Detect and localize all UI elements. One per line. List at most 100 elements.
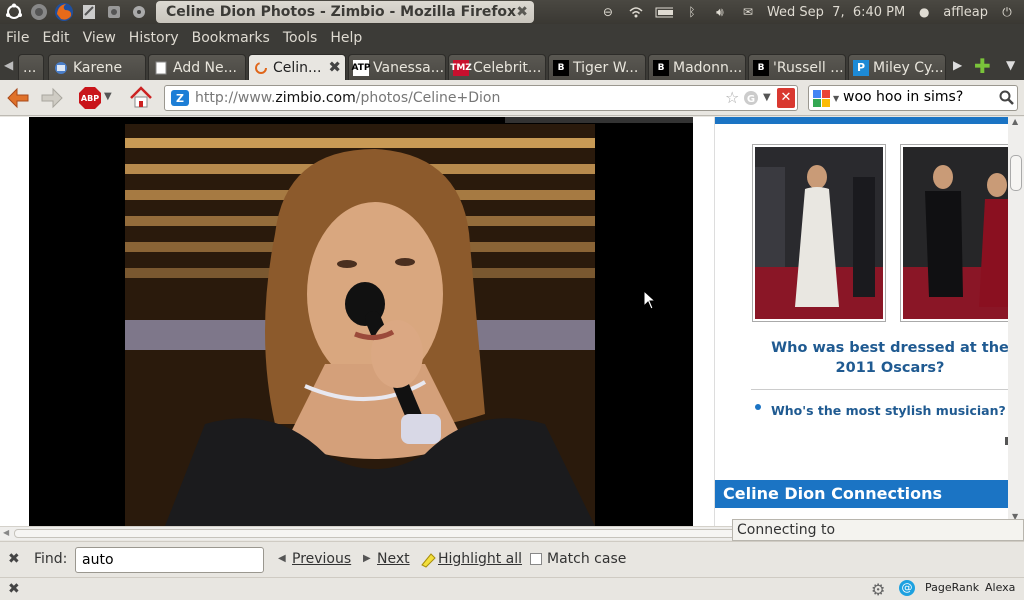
back-icon[interactable] (6, 86, 30, 114)
vertical-scrollbar[interactable]: ▲ ▼ (1008, 117, 1024, 526)
loading-icon (253, 60, 269, 76)
tab-tiger[interactable]: B Tiger W... (548, 54, 646, 80)
forward-icon[interactable] (40, 86, 64, 114)
system-panel: Celine Dion Photos - Zimbio - Mozilla Fi… (0, 0, 1024, 24)
match-case-checkbox[interactable] (530, 553, 542, 565)
oscars-thumbnail-1[interactable] (752, 144, 886, 322)
wifi-icon[interactable] (627, 5, 645, 19)
tab-vanessa[interactable]: ATP Vanessa... (348, 54, 446, 80)
imdb-icon: B (653, 59, 669, 76)
bluetooth-icon[interactable]: ᛒ (683, 5, 701, 19)
new-tab-icon[interactable]: ✚ (974, 54, 991, 78)
singer-photo-image (125, 124, 595, 526)
url-text[interactable]: http://www.zimbio.com/photos/Celine+Dion (195, 90, 500, 106)
menu-file[interactable]: File (6, 30, 29, 46)
scroll-tabs-left-icon[interactable]: ◀ (4, 58, 13, 72)
close-tab-icon[interactable]: ✖ (328, 58, 341, 76)
menu-history[interactable]: History (129, 30, 179, 46)
addon-bar: ✖ ⚙ @ PageRank Alexa (0, 577, 1024, 600)
tab-label: Madonn... (673, 59, 743, 76)
previous-arrow-icon[interactable]: ◀ (278, 553, 286, 564)
power-icon[interactable]: ⏻ (998, 5, 1016, 19)
ubuntu-logo-icon[interactable] (3, 2, 25, 22)
tab-overflow[interactable]: ... (18, 54, 44, 80)
tab-label: Vanessa... (373, 59, 445, 76)
volume-icon[interactable]: 🔊︎ (711, 5, 729, 19)
highlight-icon[interactable] (419, 551, 437, 573)
next-arrow-icon[interactable]: ▶ (363, 553, 371, 564)
divider (751, 389, 1009, 390)
menu-bookmarks[interactable]: Bookmarks (192, 30, 270, 46)
status-tooltip: Connecting to www4.pictures.zimbio.com..… (732, 519, 1024, 558)
tab-karene[interactable]: Karene (48, 54, 146, 80)
text-editor-icon[interactable] (78, 2, 100, 22)
tab-madonna[interactable]: B Madonn... (648, 54, 746, 80)
search-icon[interactable] (999, 89, 1015, 111)
p-icon: P (853, 59, 869, 76)
disk-tool-icon[interactable] (103, 2, 125, 22)
battery-icon[interactable] (655, 5, 673, 19)
oscars-thumbnail-2[interactable] (900, 144, 1024, 322)
tab-russell[interactable]: B 'Russell ... (748, 54, 846, 80)
scroll-tabs-right-icon[interactable]: ▶ (953, 58, 962, 72)
pagerank-label[interactable]: PageRank (925, 581, 979, 594)
menu-view[interactable]: View (83, 30, 116, 46)
connections-heading: Celine Dion Connections (715, 480, 1009, 508)
atp-icon: ATP (352, 59, 371, 76)
list-tabs-icon[interactable]: ▼ (1006, 58, 1015, 72)
clock[interactable]: Wed Sep 7, 6:40 PM (767, 5, 905, 20)
photo-toolbar-strip (505, 117, 693, 123)
tab-celebrity[interactable]: TMZ Celebrit... (448, 54, 546, 80)
tab-add-new[interactable]: Add Ne... (148, 54, 246, 80)
highlight-all-button[interactable]: Highlight all (438, 551, 522, 567)
settings-icon[interactable] (128, 2, 150, 22)
tab-label: ... (23, 59, 37, 76)
tab-miley[interactable]: P Miley Cy... (848, 54, 946, 80)
browser-icon[interactable] (28, 2, 50, 22)
menu-help[interactable]: Help (330, 30, 362, 46)
firefox-icon[interactable] (53, 2, 75, 22)
user-icon[interactable]: ● (915, 5, 933, 19)
stop-loading-icon[interactable]: ✕ (777, 88, 795, 108)
close-window-icon[interactable]: ✖ (516, 1, 528, 23)
search-engine-dropdown-icon[interactable]: ▼ (833, 94, 839, 103)
search-bar[interactable]: ▼ (808, 85, 1018, 111)
alexa-label[interactable]: Alexa (985, 581, 1015, 594)
menu-tools[interactable]: Tools (283, 30, 318, 46)
sidebar-header-strip (715, 117, 1009, 124)
reload-icon[interactable]: G (743, 90, 759, 110)
gear-icon[interactable]: ⚙ (871, 580, 885, 599)
scroll-up-icon[interactable]: ▲ (1012, 117, 1018, 126)
tab-label: Karene (73, 59, 123, 76)
close-addon-bar-icon[interactable]: ✖ (8, 581, 20, 597)
globe-icon (53, 60, 69, 76)
main-photo[interactable] (125, 124, 595, 526)
find-input[interactable] (75, 547, 264, 573)
close-find-bar-icon[interactable]: ✖ (8, 551, 20, 567)
scroll-left-icon[interactable]: ◀ (3, 528, 9, 537)
address-bar[interactable]: Z http://www.zimbio.com/photos/Celine+Di… (164, 85, 798, 111)
poll-question[interactable]: Who was best dressed at the 2011 Oscars? (765, 338, 1015, 378)
addon-at-icon[interactable]: @ (899, 580, 915, 596)
adblock-icon[interactable]: ABP (78, 86, 102, 114)
stylish-musician-link[interactable]: Who's the most stylish musician? (771, 403, 1006, 418)
mail-icon[interactable]: ✉ (739, 5, 757, 19)
tab-celine-dion[interactable]: Celin... ✖ (248, 54, 346, 80)
find-next-button[interactable]: Next (377, 551, 410, 567)
user-name[interactable]: affleap (943, 5, 988, 20)
tab-label: Add Ne... (173, 59, 237, 76)
url-dropdown-icon[interactable]: ▼ (763, 92, 771, 103)
bookmark-star-icon[interactable]: ☆ (725, 88, 739, 107)
match-case-label[interactable]: Match case (547, 551, 626, 567)
home-icon[interactable] (128, 85, 154, 115)
menu-edit[interactable]: Edit (42, 30, 69, 46)
scrollbar-thumb[interactable] (1010, 155, 1022, 191)
stop-icon[interactable]: ⊖ (599, 5, 617, 19)
adblock-dropdown-icon[interactable]: ▼ (104, 91, 112, 102)
imdb-icon: B (553, 59, 569, 76)
site-favicon: Z (171, 90, 189, 110)
google-icon[interactable] (813, 90, 831, 112)
navigation-toolbar: ABP ▼ Z http://www.zimbio.com/photos/Cel… (0, 80, 1024, 116)
search-input[interactable] (843, 89, 993, 105)
find-previous-button[interactable]: Previous (292, 551, 351, 567)
